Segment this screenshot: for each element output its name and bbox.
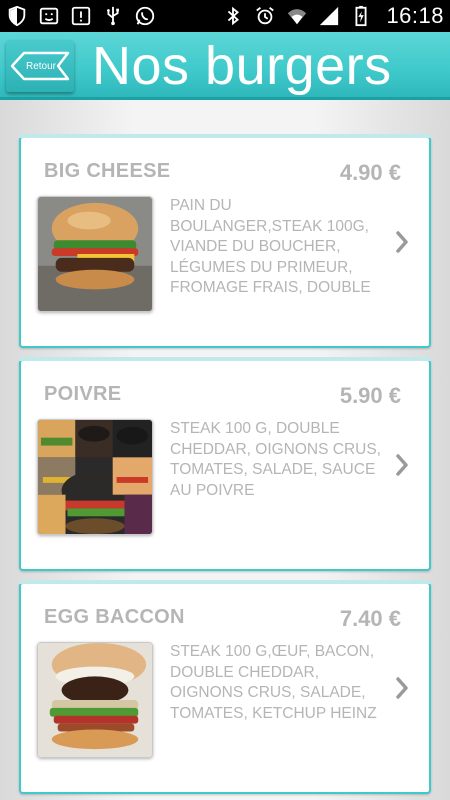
burger-price: 5.90 € <box>339 383 401 408</box>
burger-name: EGG BACCON <box>44 606 185 628</box>
burger-card-egg-baccon[interactable]: EGG BACCON 7.40 € STEAK 100 G,ŒUF, BACON… <box>19 580 431 794</box>
status-bar: 16:18 <box>0 0 450 32</box>
chevron-right-icon <box>396 454 408 476</box>
page-title: Nos burgers <box>92 36 392 96</box>
usb-icon <box>102 5 124 27</box>
burger-description: STEAK 100 G, DOUBLE CHEDDAR, OIGNONS CRU… <box>170 420 381 499</box>
chevron-right-icon <box>396 231 408 253</box>
burger-name: BIG CHEESE <box>44 160 171 182</box>
whatsapp-icon <box>134 5 156 27</box>
burger-name: POIVRE <box>44 383 122 405</box>
chevron-right-icon <box>396 677 408 699</box>
back-button[interactable]: Retour <box>6 40 74 92</box>
back-button-label: Retour <box>25 60 56 72</box>
status-right-icons: 16:18 <box>222 3 444 29</box>
burger-photo <box>37 419 153 535</box>
status-time: 16:18 <box>386 3 444 28</box>
face-icon <box>38 5 60 27</box>
shield-icon <box>6 5 28 27</box>
burger-photo <box>37 196 153 312</box>
battery-icon <box>350 5 372 27</box>
app-header: Retour Nos burgers <box>0 32 450 100</box>
burger-description: STEAK 100 G,ŒUF, BACON, DOUBLE CHEDDAR, … <box>170 643 377 722</box>
burger-description: PAIN DU BOULANGER,STEAK 100G, VIANDE DU … <box>170 197 371 296</box>
alarm-icon <box>254 5 276 27</box>
alert-icon <box>70 5 92 27</box>
wifi-icon <box>286 5 308 27</box>
burger-price: 4.90 € <box>339 160 401 185</box>
burger-card-big-cheese[interactable]: BIG CHEESE 4.90 € PAIN DU BOULANGER,STEA… <box>19 134 431 348</box>
burger-list: BIG CHEESE 4.90 € PAIN DU BOULANGER,STEA… <box>0 100 450 800</box>
burger-price: 7.40 € <box>339 606 401 631</box>
burger-photo <box>37 642 153 758</box>
burger-card-poivre[interactable]: POIVRE 5.90 € STEAK 100 G, DOUBLE CHEDDA… <box>19 357 431 571</box>
bluetooth-icon <box>222 5 244 27</box>
status-left-icons <box>6 5 156 27</box>
signal-icon <box>318 5 340 27</box>
